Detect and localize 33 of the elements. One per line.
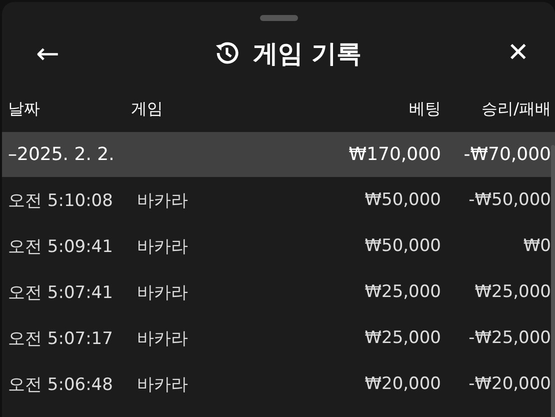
table-cell-text: ₩20,000 [364, 374, 441, 394]
column-header[interactable]: 날짜 [2, 98, 131, 120]
table-cell-text: ₩50,000 [364, 236, 441, 256]
table-cell-text: 바카라 [137, 190, 189, 212]
table-cell-text: 바카라 [137, 282, 189, 304]
table-cell-text: 오전 5:06:48 [8, 374, 114, 396]
back-button[interactable]: ← [32, 36, 64, 70]
group-date: –2025. 2. 2. [8, 144, 116, 165]
table-cell-text: ₩25,000 [364, 282, 441, 302]
group-bet-total: ₩170,000 [348, 144, 441, 165]
table-cell-text: 오전 5:07:17 [8, 328, 114, 350]
column-header[interactable]: 승리/패배 [441, 98, 551, 120]
table-cell-text: ₩50,000 [364, 190, 441, 210]
group-result-total: -₩70,000 [462, 144, 551, 165]
table-cell-text: -₩50,000 [468, 190, 551, 210]
table-cell-text: 바카라 [137, 328, 189, 350]
table-cell-text: -₩25,000 [468, 328, 551, 348]
date-group-row[interactable]: –2025. 2. 2. ₩170,000 -₩70,000 [2, 132, 555, 177]
table-cell-text: 바카라 [137, 374, 189, 396]
drag-handle[interactable] [260, 15, 298, 21]
column-header[interactable]: 베팅 [291, 98, 441, 120]
table-cell-text: -₩20,000 [468, 374, 551, 394]
column-header[interactable]: 게임 [131, 98, 291, 120]
table-cell-text: ₩0 [522, 236, 551, 256]
table-cell-text: 오전 5:09:41 [8, 236, 114, 258]
table-cell-text: 바카라 [137, 236, 189, 258]
table-cell-text: ₩25,000 [364, 328, 441, 348]
close-button[interactable]: ✕ [503, 38, 533, 68]
window-title: 게임 기록 [252, 38, 362, 70]
table-cell-text: ₩25,000 [474, 282, 551, 302]
table-cell-text: 오전 5:07:41 [8, 282, 114, 304]
scrollbar[interactable] [551, 145, 555, 417]
table-cell-text: 오전 5:10:08 [8, 190, 114, 212]
